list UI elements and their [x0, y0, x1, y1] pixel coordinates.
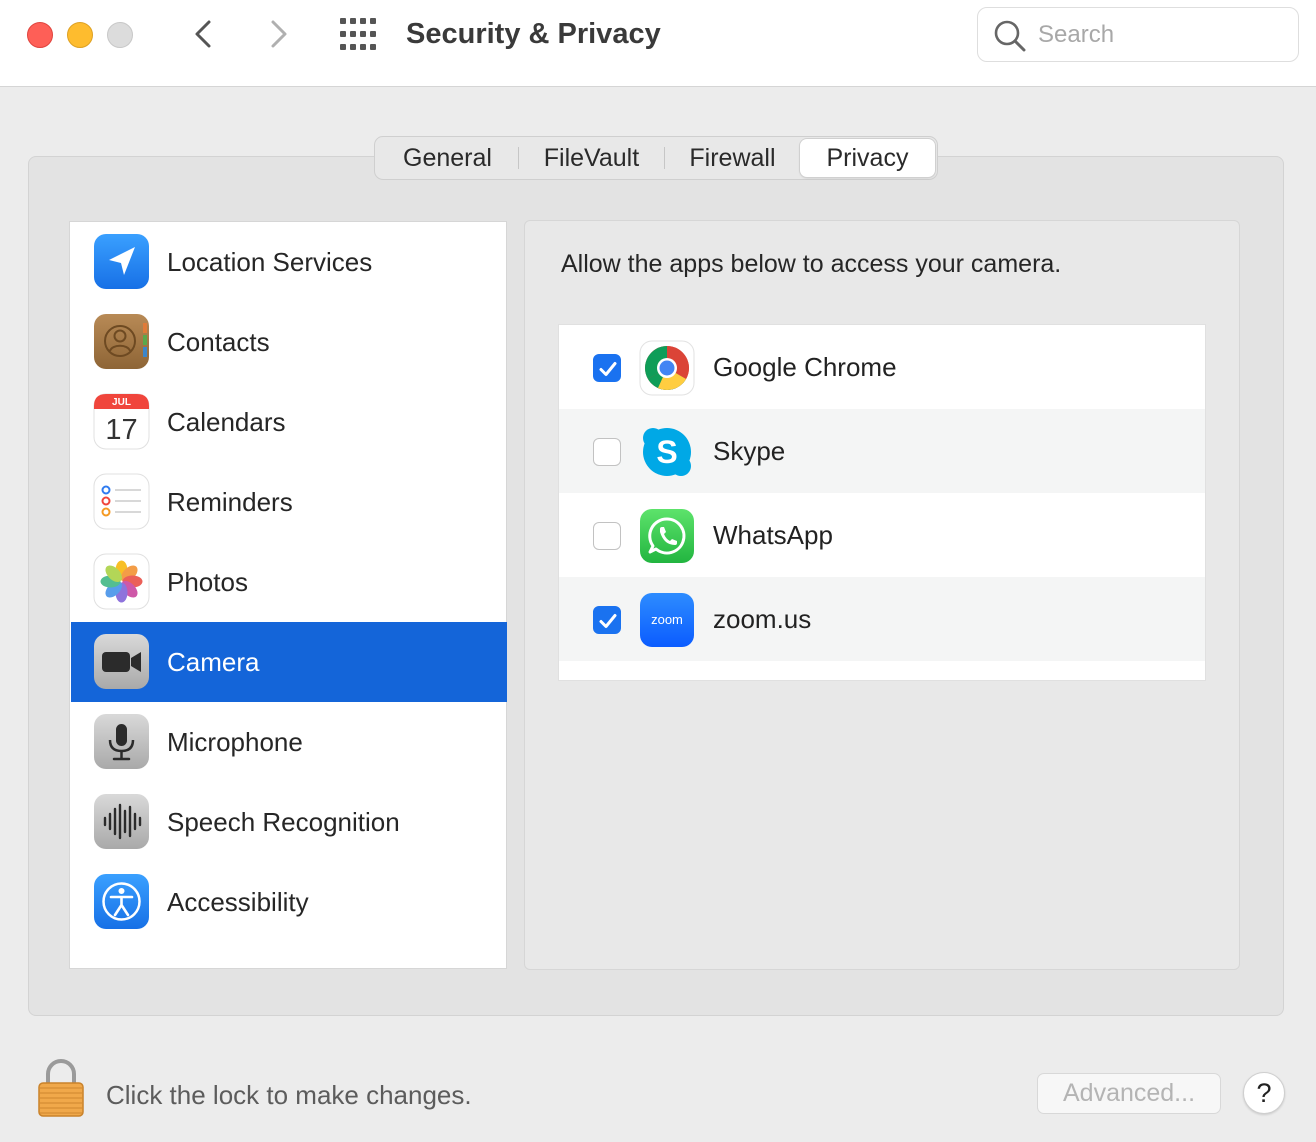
- search-input[interactable]: [1038, 16, 1288, 54]
- checkmark-icon: [599, 362, 617, 376]
- svg-text:17: 17: [105, 414, 137, 446]
- title-bar: Security & Privacy: [0, 0, 1316, 87]
- app-name: zoom.us: [713, 604, 812, 634]
- sidebar-item-label: Speech Recognition: [167, 807, 400, 837]
- sidebar-item-label: Location Services: [167, 247, 373, 277]
- sidebar-item-contacts[interactable]: Contacts: [71, 302, 507, 382]
- app-name: Skype: [713, 436, 786, 466]
- accessibility-icon: [94, 874, 149, 929]
- lock-button[interactable]: [36, 1058, 86, 1118]
- app-name: WhatsApp: [713, 520, 833, 550]
- show-all-button[interactable]: [338, 16, 378, 52]
- help-button[interactable]: ?: [1243, 1072, 1285, 1114]
- sidebar-item-accessibility[interactable]: Accessibility: [71, 862, 507, 942]
- search-icon: [994, 20, 1026, 52]
- chrome-icon: [639, 340, 695, 396]
- app-row-whatsapp: WhatsApp: [559, 493, 1205, 577]
- app-row-skype: S Skype: [559, 409, 1205, 493]
- app-list: Google Chrome S Skype WhatsApp zoom zoom…: [558, 324, 1206, 681]
- speech-recognition-icon: [94, 794, 149, 849]
- camera-icon: [94, 634, 149, 689]
- back-button[interactable]: [184, 14, 224, 54]
- svg-text:S: S: [656, 434, 677, 470]
- tab-bar: General FileVault Firewall Privacy: [374, 136, 938, 180]
- svg-text:zoom: zoom: [651, 612, 683, 627]
- tab-firewall[interactable]: Firewall: [665, 139, 800, 177]
- camera-access-description: Allow the apps below to access your came…: [561, 250, 1062, 278]
- svg-text:JUL: JUL: [112, 397, 131, 408]
- microphone-icon: [94, 714, 149, 769]
- tab-filevault[interactable]: FileVault: [519, 139, 664, 177]
- zoom-window-button[interactable]: [107, 22, 133, 48]
- search-field[interactable]: [977, 7, 1299, 62]
- grid-icon: [340, 18, 376, 50]
- tab-general[interactable]: General: [377, 139, 518, 177]
- calendar-icon: JUL 17: [93, 393, 150, 450]
- sidebar-item-camera[interactable]: Camera: [71, 622, 507, 702]
- photos-icon: [93, 553, 150, 610]
- whatsapp-icon: [640, 509, 694, 563]
- close-window-button[interactable]: [27, 22, 53, 48]
- app-name: Google Chrome: [713, 352, 897, 382]
- contacts-icon: [94, 314, 149, 369]
- sidebar-item-label: Contacts: [167, 327, 270, 357]
- app-row-zoom: zoom zoom.us: [559, 577, 1205, 661]
- sidebar-item-label: Camera: [167, 647, 260, 677]
- zoom-icon: zoom: [640, 593, 694, 647]
- reminders-icon: [93, 473, 150, 530]
- skype-icon: S: [643, 428, 691, 476]
- advanced-button[interactable]: Advanced...: [1037, 1073, 1221, 1114]
- sidebar-item-speech-recognition[interactable]: Speech Recognition: [71, 782, 507, 862]
- minimize-window-button[interactable]: [67, 22, 93, 48]
- sidebar-item-photos[interactable]: Photos: [71, 542, 507, 622]
- app-row-google-chrome: Google Chrome: [559, 325, 1205, 409]
- sidebar-item-label: Calendars: [167, 407, 286, 437]
- chevron-right-icon: [271, 20, 287, 48]
- app-checkbox-zoom[interactable]: [593, 606, 621, 634]
- sidebar-item-label: Photos: [167, 567, 248, 597]
- checkmark-icon: [599, 614, 617, 628]
- padlock-icon: [38, 1059, 84, 1117]
- sidebar-item-microphone[interactable]: Microphone: [71, 702, 507, 782]
- sidebar-item-label: Microphone: [167, 727, 303, 757]
- app-checkbox-skype[interactable]: [593, 438, 621, 466]
- sidebar-item-reminders[interactable]: Reminders: [71, 462, 507, 542]
- window-title: Security & Privacy: [406, 18, 661, 50]
- sidebar-item-label: Reminders: [167, 487, 293, 517]
- chevron-left-icon: [195, 20, 211, 48]
- forward-button[interactable]: [258, 14, 298, 54]
- app-checkbox-google-chrome[interactable]: [593, 354, 621, 382]
- location-icon: [94, 234, 149, 289]
- tab-privacy[interactable]: Privacy: [799, 139, 935, 177]
- sidebar-item-label: Accessibility: [167, 887, 309, 917]
- sidebar-item-calendars[interactable]: JUL 17 Calendars: [71, 382, 507, 462]
- sidebar-item-location-services[interactable]: Location Services: [71, 222, 507, 302]
- lock-hint-text: Click the lock to make changes.: [106, 1080, 472, 1110]
- privacy-category-list: Location Services Contacts JUL 17 Calend…: [69, 221, 507, 969]
- app-checkbox-whatsapp[interactable]: [593, 522, 621, 550]
